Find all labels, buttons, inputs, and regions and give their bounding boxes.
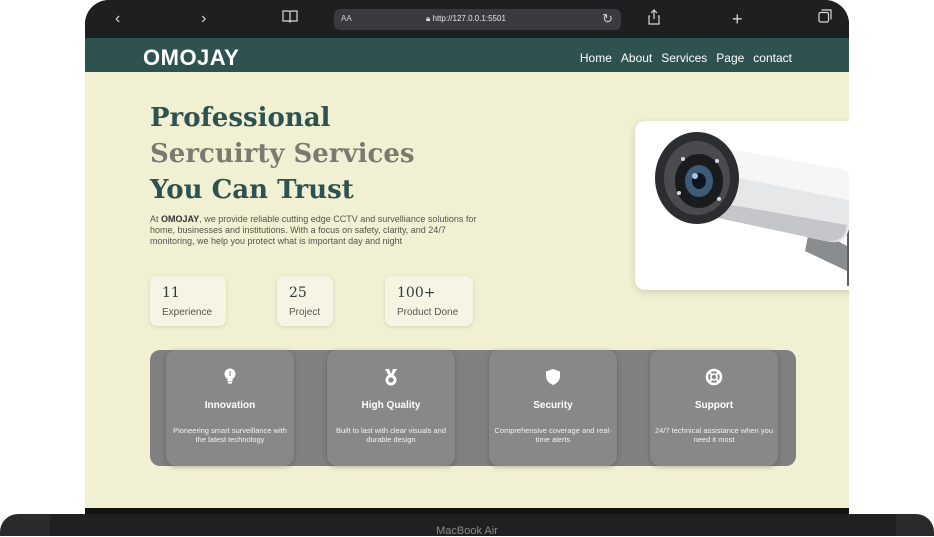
chevron-left-icon[interactable]: ‹: [115, 9, 120, 29]
stat-card-product-done: 100+ Product Done: [385, 276, 473, 326]
feature-description: Built to last with clear visuals and dur…: [335, 426, 447, 444]
tabs-icon[interactable]: [818, 9, 832, 29]
stat-value: 100+: [397, 285, 436, 301]
address-bar[interactable]: AA 🔒︎ http://127.0.0.1:5501 ↻: [334, 9, 621, 30]
hero-desc-prefix: At: [150, 214, 162, 224]
chevron-right-icon[interactable]: ›: [201, 9, 206, 29]
shield-icon: [489, 368, 617, 386]
nav-link-services[interactable]: Services: [661, 51, 707, 65]
feature-title: Security: [533, 400, 573, 411]
book-icon[interactable]: [282, 9, 298, 29]
feature-description: Comprehensive coverage and real-time ale…: [494, 426, 612, 444]
browser-toolbar: ‹ › AA 🔒︎ http://127.0.0.1:5501 ↻ +: [85, 0, 849, 38]
hero-title: Professional Sercuirty Services You Can …: [150, 100, 415, 208]
stat-card-project: 25 Project: [277, 276, 333, 326]
hero-desc-brand: OMOJAY: [161, 214, 200, 224]
nav-link-about[interactable]: About: [621, 51, 652, 65]
stat-value: 11: [162, 285, 180, 301]
device-label: MacBook Air: [436, 525, 498, 537]
lock-icon: 🔒︎: [426, 14, 431, 23]
feature-title: High Quality: [361, 400, 421, 411]
nav-menu: Home About Services Page contact: [580, 51, 792, 65]
feature-description: 24/7 technical assistance when you need …: [655, 426, 773, 444]
url-value: http://127.0.0.1:5501: [432, 14, 506, 23]
medal-icon: [327, 368, 455, 386]
hero-description: At OMOJAY, we provide reliable cutting e…: [150, 214, 480, 247]
stat-label: Project: [289, 307, 321, 318]
feature-description: Pioneering smart surveillance with the l…: [173, 426, 287, 444]
lightbulb-icon: [166, 368, 294, 384]
feature-title: Innovation: [204, 400, 256, 411]
nav-link-home[interactable]: Home: [580, 51, 612, 65]
reload-icon[interactable]: ↻: [602, 11, 613, 27]
feature-title: Support: [694, 400, 734, 411]
camera-image-card: [635, 121, 849, 290]
text-size-button[interactable]: AA: [341, 14, 352, 23]
stat-label: Product Done: [397, 307, 459, 318]
site-logo[interactable]: OMOJAY: [143, 45, 239, 71]
hero-title-line-2: Sercuirty Services: [150, 139, 415, 169]
device-screen: ‹ › AA 🔒︎ http://127.0.0.1:5501 ↻ + OMOJ…: [85, 0, 849, 520]
hero-title-line-3: You Can Trust: [150, 175, 354, 205]
navbar: OMOJAY Home About Services Page contact: [85, 38, 849, 72]
feature-card-support: Support 24/7 technical assistance when y…: [650, 350, 778, 466]
features-band: Innovation Pioneering smart surveillance…: [150, 350, 796, 466]
feature-card-security: Security Comprehensive coverage and real…: [489, 350, 617, 466]
share-icon[interactable]: [647, 9, 661, 31]
feature-card-innovation: Innovation Pioneering smart surveillance…: [166, 350, 294, 466]
plus-icon[interactable]: +: [732, 9, 743, 29]
laptop-base: MacBook Air: [0, 514, 934, 537]
lifebuoy-icon: [650, 368, 778, 386]
nav-link-page[interactable]: Page: [716, 51, 744, 65]
stat-value: 25: [289, 285, 307, 301]
url-text: 🔒︎ http://127.0.0.1:5501: [426, 14, 506, 24]
stat-label: Experience: [162, 307, 213, 318]
stat-card-experience: 11 Experience: [150, 276, 226, 326]
cctv-camera-icon: [655, 132, 849, 286]
feature-card-high-quality: High Quality Built to last with clear vi…: [327, 350, 455, 466]
hero-desc-body: , we provide reliable cutting edge CCTV …: [150, 214, 477, 246]
website: OMOJAY Home About Services Page contact …: [85, 38, 849, 508]
nav-link-contact[interactable]: contact: [753, 51, 792, 65]
hero-title-line-1: Professional: [150, 103, 331, 133]
